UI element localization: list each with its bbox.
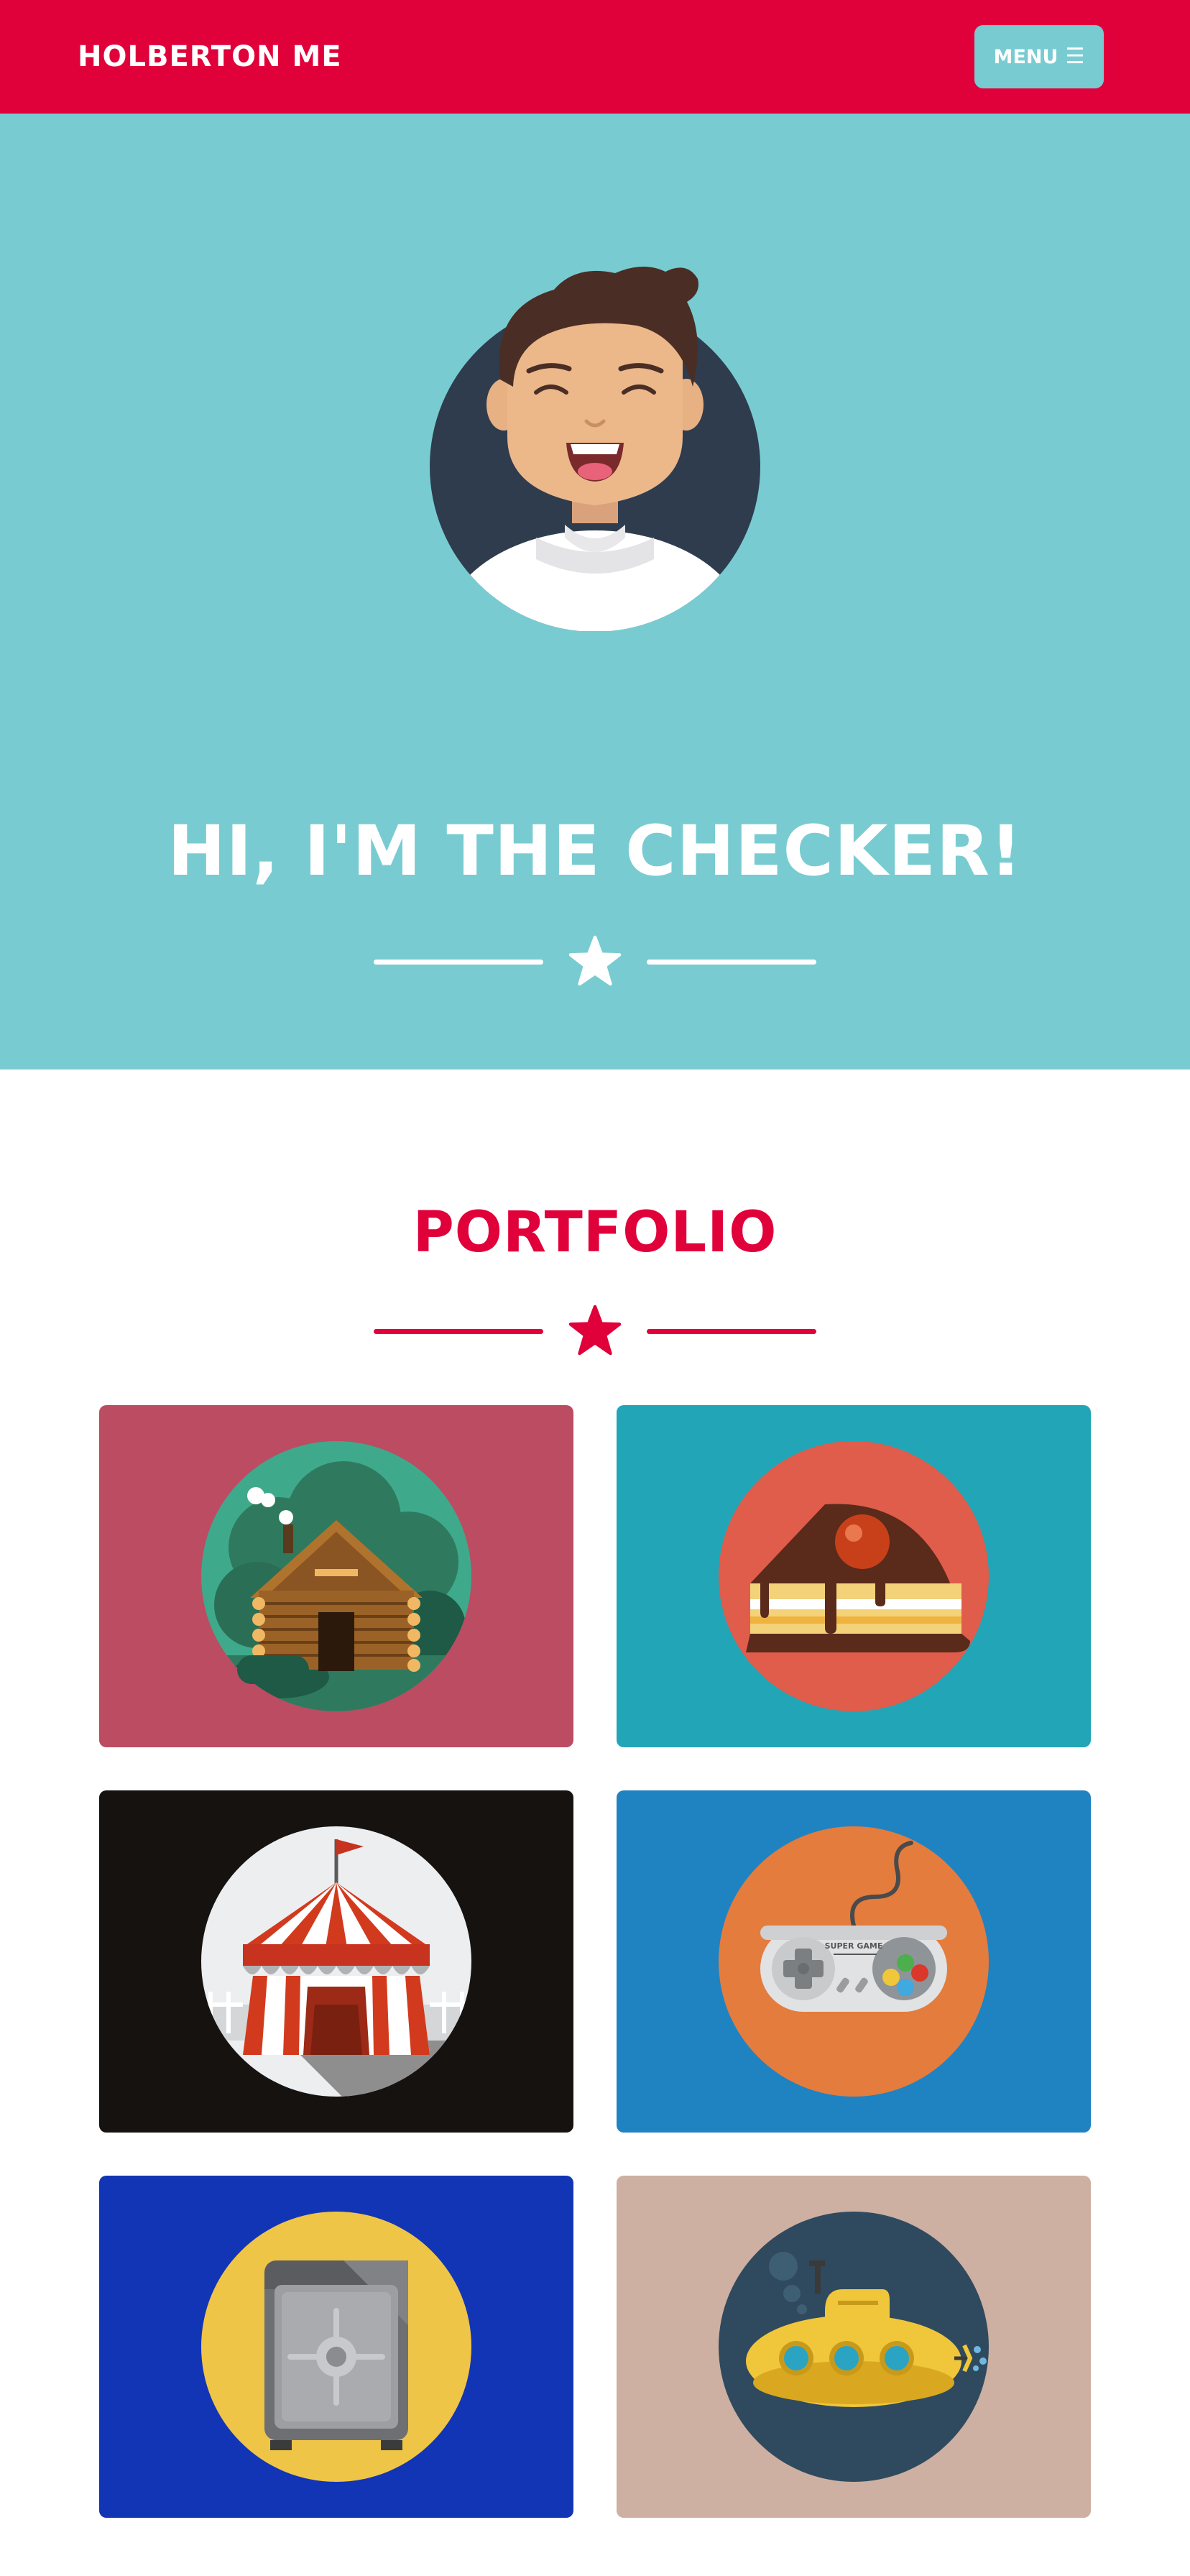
divider-line-left bbox=[374, 1328, 543, 1334]
divider-line-right bbox=[647, 959, 816, 965]
brand-link[interactable]: HOLBERTON ME bbox=[78, 40, 342, 73]
portfolio-item-safe[interactable] bbox=[99, 2176, 573, 2518]
portfolio-item-circus[interactable] bbox=[99, 1790, 573, 2133]
safe-icon bbox=[201, 2212, 471, 2482]
portfolio-item-submarine[interactable] bbox=[617, 2176, 1091, 2518]
hero-title: HI, I'M THE CHECKER! bbox=[167, 811, 1023, 891]
hamburger-icon: ☰ bbox=[1065, 44, 1085, 69]
menu-button[interactable]: MENU ☰ bbox=[974, 25, 1104, 88]
portfolio-item-controller[interactable]: SUPER GAME bbox=[617, 1790, 1091, 2133]
game-controller-icon: SUPER GAME bbox=[719, 1826, 989, 2097]
portfolio-grid: SUPER GAME bbox=[99, 1405, 1091, 2518]
portfolio-divider bbox=[0, 1305, 1190, 1358]
log-cabin-icon bbox=[201, 1441, 471, 1711]
hero-section: HI, I'M THE CHECKER! bbox=[0, 114, 1190, 1070]
hero-divider bbox=[0, 935, 1190, 988]
portfolio-item-cake[interactable] bbox=[617, 1405, 1091, 1747]
portfolio-item-cabin[interactable] bbox=[99, 1405, 573, 1747]
cake-slice-icon bbox=[719, 1441, 989, 1711]
circus-tent-icon bbox=[201, 1826, 471, 2097]
controller-label: SUPER GAME bbox=[825, 1941, 883, 1951]
portfolio-title: PORTFOLIO bbox=[412, 1200, 778, 1265]
smiling-man-avatar-icon bbox=[430, 266, 760, 632]
avatar bbox=[428, 257, 762, 632]
submarine-icon bbox=[719, 2212, 989, 2482]
divider-line-left bbox=[374, 959, 543, 965]
menu-label: MENU bbox=[993, 45, 1058, 68]
navbar: HOLBERTON ME MENU ☰ bbox=[0, 0, 1190, 114]
star-icon bbox=[568, 935, 622, 986]
divider-line-right bbox=[647, 1328, 816, 1334]
star-icon bbox=[568, 1305, 622, 1356]
